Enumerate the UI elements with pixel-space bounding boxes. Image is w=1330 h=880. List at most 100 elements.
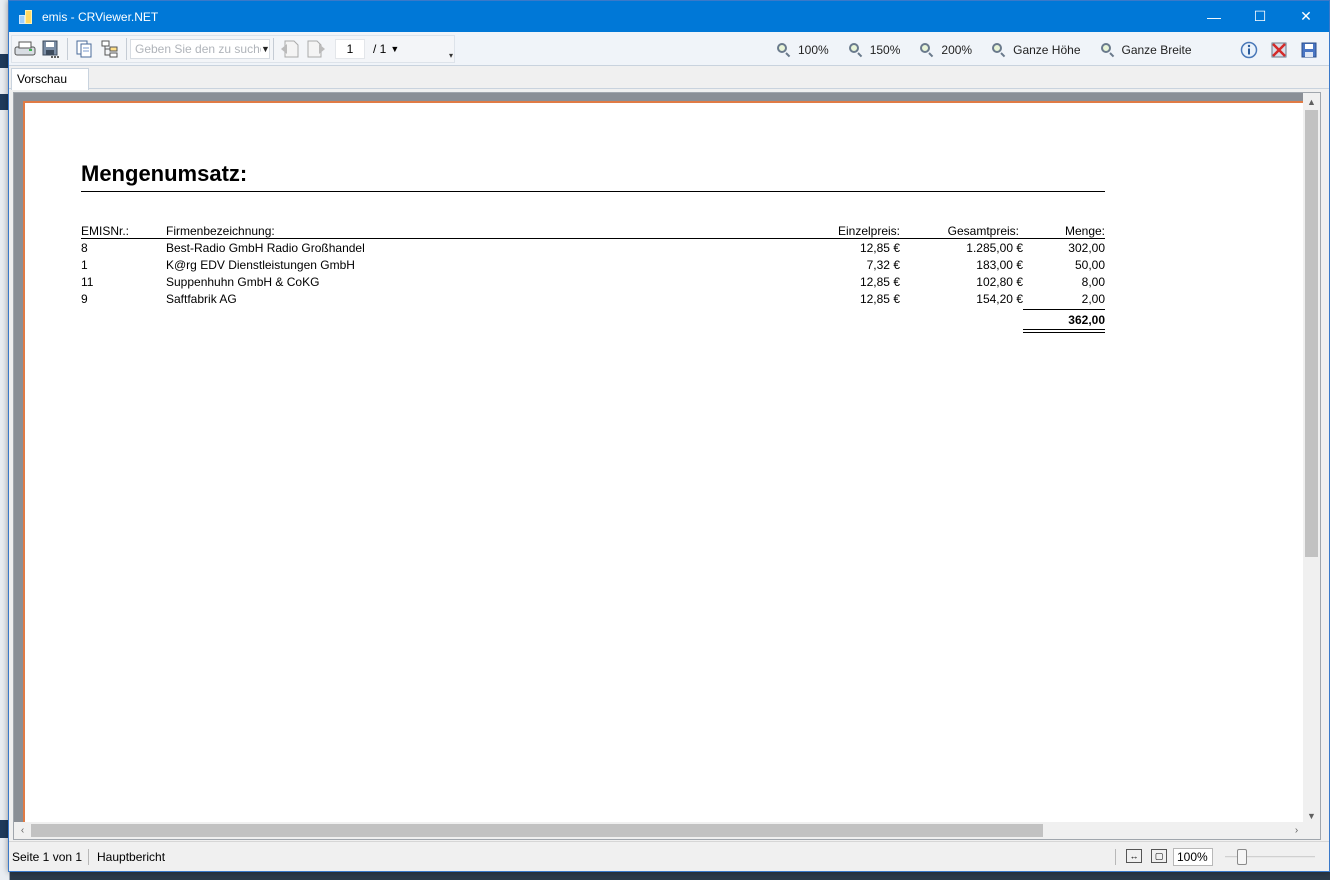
app-icon — [18, 9, 34, 25]
fit-height-label: Ganze Höhe — [1013, 43, 1081, 57]
report-name: Hauptbericht — [97, 850, 166, 864]
zoom-icon — [1100, 43, 1115, 58]
zoom-icon — [920, 43, 934, 58]
fit-width-button[interactable]: Ganze Breite — [1100, 43, 1192, 58]
column-header-einzelpreis: Einzelpreis: — [837, 224, 900, 238]
table-row-menge: 2,00 — [1081, 292, 1105, 306]
zoom-buttons: 100% 150% 200% Ganze Höhe Ganze Breite — [777, 40, 1212, 60]
total-rule-double-2 — [1023, 332, 1105, 333]
report-viewport[interactable]: Mengenumsatz: EMISNr.: Firmenbezeichnung… — [13, 92, 1321, 840]
page-dropdown-icon[interactable]: ▼ — [390, 44, 399, 54]
page-info: Seite 1 von 1 — [12, 850, 83, 864]
next-page-icon — [307, 40, 325, 58]
vertical-scrollbar[interactable]: ▲ ▼ — [1303, 93, 1320, 824]
scroll-up-icon[interactable]: ▲ — [1303, 93, 1320, 110]
table-row-emis-nr: 1 — [81, 258, 88, 272]
column-header-firma: Firmenbezeichnung: — [166, 224, 275, 238]
table-row-menge: 302,00 — [1068, 241, 1105, 255]
zoom-100-label: 100% — [798, 43, 829, 57]
table-row-einzelpreis: 12,85 € — [859, 292, 900, 306]
search-input[interactable] — [131, 40, 261, 58]
table-row-emis-nr: 11 — [81, 275, 94, 289]
toolbar-overflow-icon[interactable]: ▾ — [449, 51, 453, 60]
info-button[interactable] — [1239, 40, 1259, 60]
table-row-einzelpreis: 12,85 € — [859, 241, 900, 255]
search-field[interactable]: ▼ — [130, 39, 270, 59]
toolbar: ▼ 1 / 1 ▼ ▾ 100% 150% — [9, 32, 1329, 66]
header-divider — [81, 238, 1105, 239]
tab-vorschau[interactable]: Vorschau — [11, 68, 89, 90]
print-icon — [14, 41, 36, 56]
vertical-scroll-thumb[interactable] — [1305, 110, 1318, 557]
close-report-button[interactable] — [1269, 40, 1289, 60]
save-button[interactable] — [1299, 40, 1319, 60]
zoom-level-field[interactable]: 100% — [1173, 848, 1213, 866]
zoom-150-button[interactable]: 150% — [848, 43, 901, 58]
minimize-icon: — — [1207, 8, 1221, 25]
export-button[interactable] — [38, 37, 64, 61]
table-row-gesamtpreis: 154,20 € — [976, 292, 1023, 306]
zoom-150-label: 150% — [869, 43, 901, 57]
horizontal-scrollbar[interactable]: ‹ › — [14, 822, 1305, 839]
copy-icon — [76, 40, 92, 58]
close-report-icon — [1271, 42, 1287, 58]
zoom-icon — [848, 43, 863, 58]
table-row-gesamtpreis: 1.285,00 € — [966, 241, 1023, 255]
prev-page-button[interactable] — [277, 37, 303, 61]
table-row-emis-nr: 8 — [81, 241, 88, 255]
minimize-button[interactable]: — — [1191, 1, 1237, 32]
scroll-left-icon[interactable]: ‹ — [14, 822, 31, 839]
table-row-menge: 50,00 — [1074, 258, 1105, 272]
report-title: Mengenumsatz: — [81, 161, 248, 186]
fit-width-label: Ganze Breite — [1121, 43, 1192, 57]
prev-page-icon — [281, 40, 299, 58]
window-title: emis - CRViewer.NET — [42, 9, 159, 24]
column-header-gesamtpreis: Gesamtpreis: — [947, 224, 1019, 238]
close-button[interactable]: ✕ — [1283, 1, 1329, 32]
search-dropdown[interactable]: ▼ — [261, 39, 270, 59]
total-menge: 362,00 — [1068, 313, 1105, 327]
title-divider — [81, 191, 1105, 192]
table-row-emis-nr: 9 — [81, 292, 88, 306]
table-row-firma: Saftfabrik AG — [166, 292, 237, 306]
toolbar-left-group: ▼ 1 / 1 ▼ ▾ — [11, 35, 455, 63]
print-button[interactable] — [12, 37, 38, 61]
zoom-icon — [992, 43, 1006, 58]
zoom-100-button[interactable]: 100% — [777, 43, 829, 58]
column-header-menge: Menge: — [1064, 224, 1105, 238]
current-page-input[interactable]: 1 — [335, 39, 365, 59]
total-rule-double-1 — [1023, 329, 1105, 330]
horizontal-scroll-thumb[interactable] — [31, 824, 1043, 837]
tab-bar: Vorschau — [9, 66, 1329, 90]
report-page: Mengenumsatz: EMISNr.: Firmenbezeichnung… — [23, 101, 1320, 839]
group-tree-button[interactable] — [97, 37, 123, 61]
next-page-button[interactable] — [303, 37, 329, 61]
table-row-gesamtpreis: 102,80 € — [976, 275, 1023, 289]
zoom-200-button[interactable]: 200% — [920, 43, 973, 58]
table-row-gesamtpreis: 183,00 € — [976, 258, 1023, 272]
fit-width-icon[interactable]: ↔ — [1126, 849, 1142, 863]
column-header-emis-nr: EMISNr.: — [81, 224, 130, 238]
maximize-button[interactable]: ☐ — [1237, 1, 1283, 32]
table-row-firma: Suppenhuhn GmbH & CoKG — [166, 275, 320, 289]
maximize-icon: ☐ — [1253, 8, 1267, 24]
table-row-firma: Best-Radio GmbH Radio Großhandel — [166, 241, 365, 255]
export-icon — [42, 40, 59, 58]
zoom-200-label: 200% — [941, 43, 973, 57]
scroll-corner — [1303, 822, 1320, 839]
table-row-menge: 8,00 — [1081, 275, 1105, 289]
group-tree-icon — [101, 40, 118, 58]
fit-height-button[interactable]: Ganze Höhe — [992, 43, 1081, 58]
copy-button[interactable] — [71, 37, 97, 61]
info-icon — [1240, 41, 1258, 59]
close-icon: ✕ — [1300, 8, 1312, 24]
fit-page-icon[interactable]: ▢ — [1151, 849, 1167, 863]
status-bar: Seite 1 von 1 Hauptbericht ↔ ▢ 100% — [9, 841, 1329, 871]
zoom-slider-thumb[interactable] — [1237, 849, 1247, 865]
save-icon — [1301, 42, 1317, 58]
table-row-firma: K@rg EDV Dienstleistungen GmbH — [166, 258, 355, 272]
page-total: / 1 — [373, 42, 387, 56]
crviewer-window: emis - CRViewer.NET — ☐ ✕ ▼ — [8, 0, 1330, 872]
zoom-icon — [777, 43, 791, 58]
table-row-einzelpreis: 7,32 € — [866, 258, 900, 272]
